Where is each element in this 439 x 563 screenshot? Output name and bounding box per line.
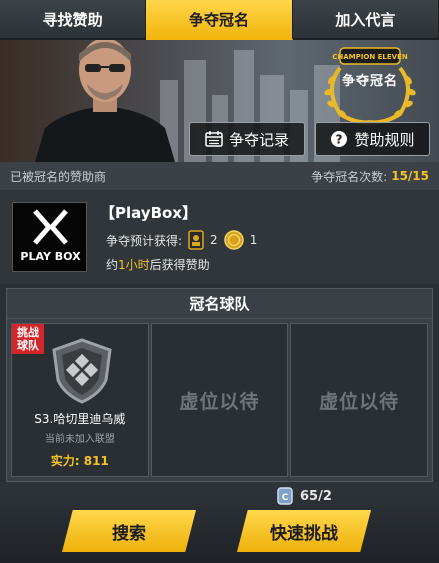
team-shield-icon xyxy=(52,338,112,404)
hero-banner: CHAMPION ELEVEN 争夺冠名 争夺记录 ? 赞助规则 xyxy=(0,40,439,162)
player-card-icon xyxy=(188,230,204,250)
time-highlight: 1小时 xyxy=(118,258,150,272)
sponsor-info-card: PLAY BOX 【PlayBox】 争夺预计获得: 2 1 约1小时后获得赞助 xyxy=(0,190,439,284)
tab-find-sponsor[interactable]: 寻找赞助 xyxy=(0,0,147,40)
svg-text:?: ? xyxy=(336,133,343,147)
sponsor-manager-portrait xyxy=(35,40,175,162)
compete-count-value: 15/15 xyxy=(391,169,429,183)
search-button[interactable]: 搜索 xyxy=(62,510,196,552)
time-suffix: 后获得赞助 xyxy=(149,258,210,272)
reward-label: 争夺预计获得: xyxy=(106,233,183,248)
svg-text:C: C xyxy=(282,493,289,503)
team-slot-empty[interactable]: 虚位以待 xyxy=(290,323,429,477)
sponsor-logo-text: PLAY BOX xyxy=(20,250,81,263)
ticket-value: 65/2 xyxy=(300,488,332,504)
team-power: 实力: 811 xyxy=(12,452,148,469)
team-power-label: 实力: xyxy=(50,454,80,468)
named-teams-panel: 冠名球队 挑战球队 S3.哈切里迪乌威 当前未加入联盟 实力: 811 虚位以待… xyxy=(6,288,433,482)
team-slot-filled[interactable]: 挑战球队 S3.哈切里迪乌威 当前未加入联盟 实力: 811 xyxy=(11,323,149,477)
team-power-value: 811 xyxy=(83,454,109,468)
named-sponsor-label: 已被冠名的赞助商 xyxy=(10,169,107,184)
team-name: S3.哈切里迪乌威 xyxy=(34,412,126,426)
named-teams-title: 冠名球队 xyxy=(7,289,432,319)
sponsor-time-remaining: 约1小时后获得赞助 xyxy=(106,256,210,273)
tab-join-endorsement[interactable]: 加入代言 xyxy=(292,0,439,40)
emblem-brand-text: CHAMPION ELEVEN xyxy=(332,53,408,61)
team-slot-empty[interactable]: 虚位以待 xyxy=(150,323,289,477)
sponsor-status-bar: 已被冠名的赞助商 争夺冠名次数: 15/15 xyxy=(0,162,439,190)
sponsor-rules-button[interactable]: ? 赞助规则 xyxy=(315,122,430,156)
reward-card-count: 2 xyxy=(210,233,218,247)
calendar-list-icon xyxy=(205,131,223,147)
team-league-status: 当前未加入联盟 xyxy=(44,434,115,445)
compete-record-label: 争夺记录 xyxy=(228,130,289,149)
challenge-team-badge: 挑战球队 xyxy=(12,324,44,354)
sponsor-name: 【PlayBox】 xyxy=(100,204,197,222)
empty-slot-text: 虚位以待 xyxy=(319,390,400,413)
gold-coin-icon xyxy=(223,230,244,250)
compete-count-label: 争夺冠名次数: xyxy=(311,169,388,184)
sponsor-logo: PLAY BOX xyxy=(12,202,87,272)
tab-compete-naming[interactable]: 争夺冠名 xyxy=(146,0,293,40)
emblem-title: 争夺冠名 xyxy=(341,74,398,89)
playbox-x-logo-icon xyxy=(33,209,68,245)
ticket-icon: C xyxy=(277,487,293,505)
sponsor-reward-row: 争夺预计获得: 2 1 xyxy=(106,230,257,250)
team-slots: 挑战球队 S3.哈切里迪乌威 当前未加入联盟 实力: 811 虚位以待 虚位以待 xyxy=(11,323,429,477)
empty-slot-text: 虚位以待 xyxy=(179,390,260,413)
time-prefix: 约 xyxy=(106,258,119,272)
bottom-action-bar: C 65/2 搜索 快速挑战 xyxy=(0,482,439,563)
question-circle-icon: ? xyxy=(331,131,348,147)
quick-challenge-button[interactable]: 快速挑战 xyxy=(237,510,371,552)
compete-record-button[interactable]: 争夺记录 xyxy=(189,122,305,156)
sponsor-rules-label: 赞助规则 xyxy=(354,130,415,149)
top-tab-bar: 寻找赞助 争夺冠名 加入代言 xyxy=(0,0,439,40)
reward-coin-count: 1 xyxy=(249,233,258,247)
challenge-ticket-counter: C 65/2 xyxy=(276,486,332,506)
